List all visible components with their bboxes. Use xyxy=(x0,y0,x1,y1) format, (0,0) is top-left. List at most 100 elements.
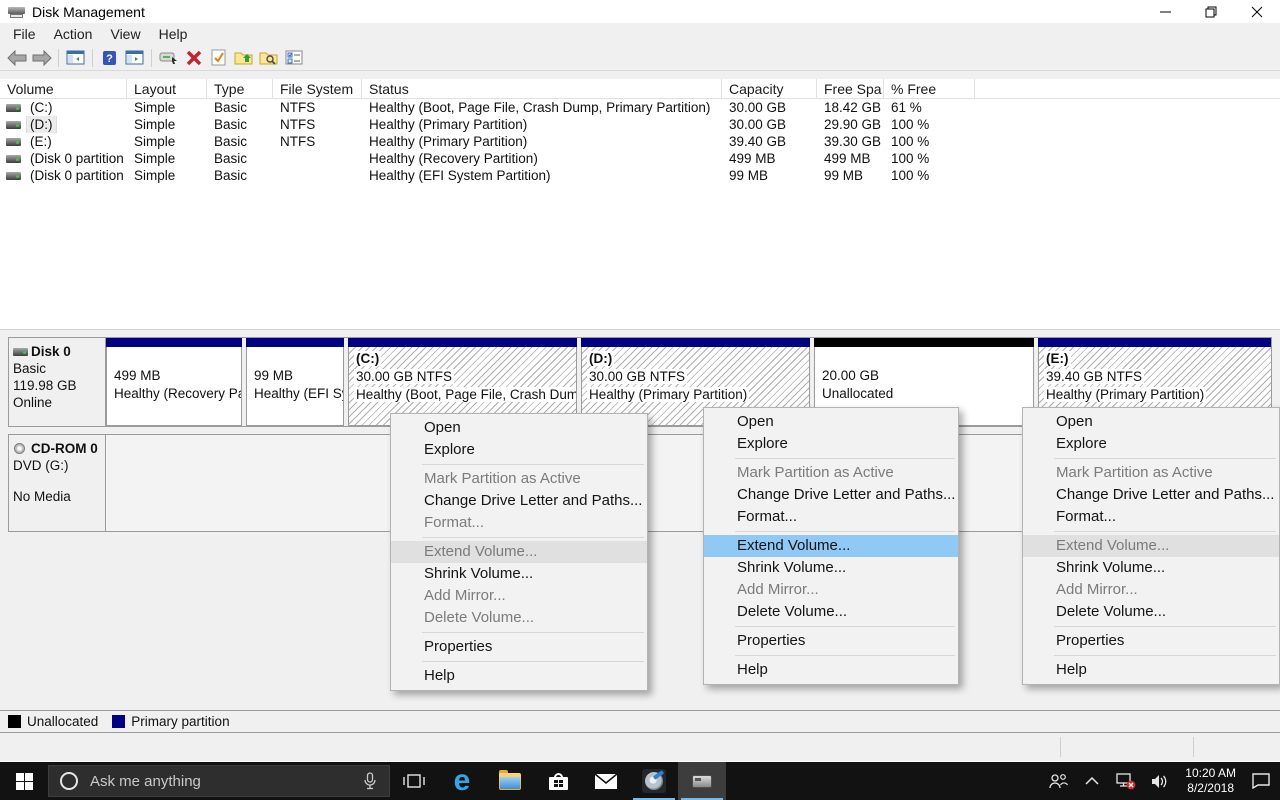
cell-volume: (Disk 0 partition 2) xyxy=(0,167,127,184)
volume-row-d[interactable]: (D:)SimpleBasicNTFSHealthy (Primary Part… xyxy=(0,116,1280,133)
search-placeholder: Ask me anything xyxy=(90,773,363,790)
column-header-volume[interactable]: Volume xyxy=(0,79,127,98)
menu-help[interactable]: Help xyxy=(150,24,197,44)
taskbar-store-button[interactable] xyxy=(534,762,582,800)
explore-menu-item[interactable]: Explore xyxy=(391,439,647,461)
cell-type: Basic xyxy=(207,167,273,184)
partition-text: 39.40 GB NTFS xyxy=(1044,368,1271,386)
task-view-button[interactable] xyxy=(390,762,438,800)
explore-button[interactable] xyxy=(256,46,281,69)
cdrom-label[interactable]: CD-ROM 0 DVD (G:) No Media xyxy=(9,435,106,531)
volume-button[interactable] xyxy=(1145,762,1175,800)
taskbar-edge-button[interactable]: e xyxy=(438,762,486,800)
column-header-layout[interactable]: Layout xyxy=(127,79,207,98)
format-menu-item[interactable]: Format... xyxy=(704,506,958,528)
volume-label: (Disk 0 partition 2) xyxy=(27,167,127,184)
volume-row-disk-0-partition-1[interactable]: (Disk 0 partition 1)SimpleBasicHealthy (… xyxy=(0,150,1280,167)
open-button[interactable] xyxy=(231,46,256,69)
partition-healthy-recovery-parti[interactable]: 499 MBHealthy (Recovery Parti xyxy=(106,338,242,426)
tray-overflow-button[interactable] xyxy=(1077,762,1107,800)
volume-row-e[interactable]: (E:)SimpleBasicNTFSHealthy (Primary Part… xyxy=(0,133,1280,150)
context-menu-d: OpenExploreMark Partition as ActiveChang… xyxy=(703,407,959,685)
shrink-volume-menu-item[interactable]: Shrink Volume... xyxy=(704,557,958,579)
search-input[interactable]: Ask me anything xyxy=(48,765,390,797)
mark-partition-active-button[interactable] xyxy=(206,46,231,69)
screen: Disk Management FileActionViewHelp xyxy=(0,0,1280,800)
column-header-file-system[interactable]: File System xyxy=(273,79,362,98)
partition-text: (D:) xyxy=(587,350,809,368)
menu-separator xyxy=(735,655,955,656)
partition-text: (E:) xyxy=(1044,350,1271,368)
menu-file[interactable]: File xyxy=(4,24,45,44)
column-header-status[interactable]: Status xyxy=(362,79,722,98)
properties-menu-item[interactable]: Properties xyxy=(704,630,958,652)
properties-button[interactable] xyxy=(281,46,306,69)
menu-view[interactable]: View xyxy=(101,24,149,44)
people-button[interactable] xyxy=(1043,762,1073,800)
partition-type-strip xyxy=(814,338,1034,347)
volume-label: (Disk 0 partition 1) xyxy=(27,150,127,167)
show-action-pane-button[interactable] xyxy=(122,46,147,69)
cell-type: Basic xyxy=(207,99,273,116)
title-bar: Disk Management xyxy=(0,0,1280,23)
change-drive-letter-and-paths-menu-item[interactable]: Change Drive Letter and Paths... xyxy=(704,484,958,506)
partition-healthy-efi-syst[interactable]: 99 MBHealthy (EFI Syst xyxy=(246,338,344,426)
delete-volume-menu-item[interactable]: Delete Volume... xyxy=(704,601,958,623)
action-pane-icon xyxy=(125,50,144,65)
menu-action[interactable]: Action xyxy=(45,24,102,44)
explore-menu-item[interactable]: Explore xyxy=(1023,433,1279,455)
taskbar-disk-tool-button[interactable] xyxy=(630,762,678,800)
toolbar-separator xyxy=(151,49,152,67)
clock[interactable]: 10:20 AM 8/2/2018 xyxy=(1179,766,1242,796)
system-tray: 10:20 AM 8/2/2018 xyxy=(1043,762,1280,800)
close-button[interactable] xyxy=(1234,0,1280,23)
change-drive-letter-and-paths-menu-item[interactable]: Change Drive Letter and Paths... xyxy=(391,490,647,512)
format-menu-item[interactable]: Format... xyxy=(1023,506,1279,528)
extend-volume-menu-item: Extend Volume... xyxy=(1023,535,1279,557)
screentip-button[interactable] xyxy=(156,46,181,69)
cell-status: Healthy (Primary Partition) xyxy=(362,133,722,150)
column-header-capacity[interactable]: Capacity xyxy=(722,79,817,98)
delete-volume-button[interactable] xyxy=(181,46,206,69)
disk-tool-icon xyxy=(642,769,666,793)
column-header-filler xyxy=(975,79,1280,98)
help-menu-item[interactable]: Help xyxy=(704,659,958,681)
shrink-volume-menu-item[interactable]: Shrink Volume... xyxy=(1023,557,1279,579)
explore-menu-item[interactable]: Explore xyxy=(704,433,958,455)
volume-row-c[interactable]: (C:)SimpleBasicNTFSHealthy (Boot, Page F… xyxy=(0,99,1280,116)
show-console-tree-button[interactable] xyxy=(63,46,88,69)
forward-button[interactable] xyxy=(29,46,54,69)
volume-row-disk-0-partition-2[interactable]: (Disk 0 partition 2)SimpleBasicHealthy (… xyxy=(0,167,1280,184)
change-drive-letter-and-paths-menu-item[interactable]: Change Drive Letter and Paths... xyxy=(1023,484,1279,506)
open-menu-item[interactable]: Open xyxy=(1023,411,1279,433)
minimize-button[interactable] xyxy=(1142,0,1188,23)
cell-status: Healthy (Primary Partition) xyxy=(362,116,722,133)
open-menu-item[interactable]: Open xyxy=(704,411,958,433)
disk0-label[interactable]: Disk 0 Basic 119.98 GB Online xyxy=(9,338,106,426)
action-center-button[interactable] xyxy=(1246,762,1276,800)
start-button[interactable] xyxy=(0,762,48,800)
taskbar-file-explorer-button[interactable] xyxy=(486,762,534,800)
help-menu-item[interactable]: Help xyxy=(1023,659,1279,681)
extend-volume-menu-item[interactable]: Extend Volume... xyxy=(704,535,958,557)
partition-text: 99 MB xyxy=(252,367,343,385)
properties-menu-item[interactable]: Properties xyxy=(1023,630,1279,652)
open-menu-item[interactable]: Open xyxy=(391,417,647,439)
restore-button[interactable] xyxy=(1188,0,1234,23)
delete-volume-menu-item[interactable]: Delete Volume... xyxy=(1023,601,1279,623)
disk-icon xyxy=(13,348,28,356)
taskbar-disk-management-button[interactable] xyxy=(678,762,726,800)
help-menu-item[interactable]: Help xyxy=(391,665,647,687)
context-menu-c: OpenExploreMark Partition as ActiveChang… xyxy=(390,413,648,691)
help-button[interactable]: ? xyxy=(97,46,122,69)
shrink-volume-menu-item[interactable]: Shrink Volume... xyxy=(391,563,647,585)
network-status-button[interactable] xyxy=(1111,762,1141,800)
drive-icon xyxy=(6,121,21,129)
taskbar-mail-button[interactable] xyxy=(582,762,630,800)
network-disconnected-icon xyxy=(1116,773,1136,790)
properties-menu-item[interactable]: Properties xyxy=(391,636,647,658)
column-header-free-spa[interactable]: Free Spa... xyxy=(817,79,884,98)
column-header-free[interactable]: % Free xyxy=(884,79,975,98)
back-button[interactable] xyxy=(4,46,29,69)
column-header-type[interactable]: Type xyxy=(207,79,273,98)
